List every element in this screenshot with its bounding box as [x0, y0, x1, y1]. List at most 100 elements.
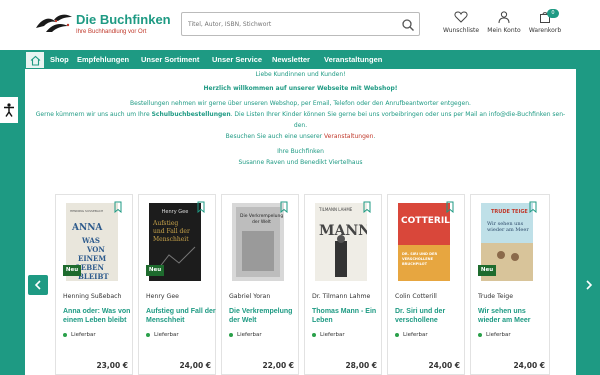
svg-text:Aufstieg: Aufstieg — [152, 220, 178, 227]
welcome-text: Liebe Kundinnen und Kunden! Herzlich wil… — [25, 69, 576, 168]
signature-2: Susanne Raven und Benedikt Viertelhaus — [238, 159, 363, 167]
svg-text:VERSCHOLLENE: VERSCHOLLENE — [402, 257, 434, 261]
welcome-line-2: Gerne kümmern wir uns auch um Ihre Schul… — [35, 110, 566, 118]
welcome-line-3: Besuchen Sie auch eine unserer Veranstal… — [225, 133, 376, 141]
svg-text:HENNING SUSSEBACH: HENNING SUSSEBACH — [70, 209, 103, 213]
in-stock-dot-icon — [478, 332, 482, 337]
welcome-line-1: Bestellungen nehmen wir gerne über unser… — [130, 99, 471, 107]
product-title[interactable]: Dr. Siri und der verschollene Bruchpi... — [395, 307, 465, 325]
svg-text:Henry Gee: Henry Gee — [162, 209, 189, 215]
logo[interactable]: Die Buchfinken Ihre Buchhandlung vor Ort — [34, 10, 184, 38]
accessibility-button[interactable] — [0, 97, 18, 123]
svg-text:BLEIBT: BLEIBT — [78, 272, 109, 281]
main-nav: Shop Empfehlungen Unser Sortiment Unser … — [0, 50, 600, 69]
product-card[interactable]: TRUDE TEIGE Wir sehen uns wieder am Meer… — [470, 194, 550, 375]
search-icon[interactable] — [401, 18, 415, 32]
product-price: 28,00 € — [345, 361, 377, 370]
carousel-next-button[interactable] — [579, 275, 599, 295]
availability: Lieferbar — [478, 332, 511, 338]
accessibility-icon — [4, 103, 14, 117]
in-stock-dot-icon — [395, 332, 399, 337]
book-cover[interactable]: COTTERILL DR. SIRI UND DER VERSCHOLLENE … — [398, 203, 450, 281]
bookmark-icon[interactable] — [445, 201, 455, 213]
product-author[interactable]: Trude Teige — [478, 293, 548, 300]
in-stock-dot-icon — [146, 332, 150, 337]
nav-item-shop[interactable]: Shop — [50, 55, 69, 64]
svg-text:TILMANN LAHME: TILMANN LAHME — [318, 207, 353, 212]
book-cover[interactable]: Die Verkrempelung der Welt — [232, 203, 284, 281]
page: Die Buchfinken Ihre Buchhandlung vor Ort… — [0, 0, 600, 375]
new-badge: Neu — [63, 265, 81, 276]
availability: Lieferbar — [395, 332, 428, 338]
svg-text:der Welt: der Welt — [252, 219, 271, 225]
product-price: 24,00 € — [513, 361, 545, 370]
logo-title: Die Buchfinken — [76, 12, 171, 27]
nav-item-empfehlungen[interactable]: Empfehlungen — [77, 55, 129, 64]
heart-icon — [454, 11, 468, 23]
home-icon — [30, 55, 41, 66]
product-author[interactable]: Henry Gee — [146, 293, 216, 300]
bookmark-icon[interactable] — [113, 201, 123, 213]
nav-item-service[interactable]: Unser Service — [212, 55, 262, 64]
welcome-headline: Herzlich willkommen auf unserer Webseite… — [203, 85, 398, 93]
bookmark-icon[interactable] — [196, 201, 206, 213]
in-stock-dot-icon — [63, 332, 67, 337]
svg-text:ANNA: ANNA — [71, 223, 103, 233]
product-card[interactable]: Die Verkrempelung der Welt Gabriel Yoran… — [221, 194, 299, 375]
finches-logo-icon — [36, 14, 72, 32]
product-price: 23,00 € — [96, 361, 128, 370]
greeting: Liebe Kundinnen und Kunden! — [255, 71, 346, 78]
chevron-left-icon — [34, 280, 41, 290]
carousel-prev-button[interactable] — [28, 275, 48, 295]
new-badge: Neu — [478, 265, 496, 276]
welcome-line-2b: den. — [293, 122, 308, 130]
product-title[interactable]: Wir sehen uns wieder am Meer — [478, 307, 548, 325]
product-price: 22,00 € — [262, 361, 294, 370]
product-card[interactable]: HENNING SUSSEBACH ANNA WAS VON EINEM LEB… — [55, 194, 133, 375]
svg-text:und Fall der: und Fall der — [153, 228, 190, 235]
availability: Lieferbar — [229, 332, 262, 338]
product-title[interactable]: Aufstieg und Fall der Menschheit — [146, 307, 216, 325]
product-card[interactable]: COTTERILL DR. SIRI UND DER VERSCHOLLENE … — [387, 194, 465, 375]
cart-button[interactable]: 0 Warenkorb — [520, 9, 570, 42]
user-icon — [498, 11, 510, 24]
book-cover[interactable]: TILMANN LAHME MANN — [315, 203, 367, 281]
svg-text:Die Verkrempelung: Die Verkrempelung — [240, 213, 283, 219]
svg-text:WAS: WAS — [81, 236, 100, 245]
availability: Lieferbar — [146, 332, 179, 338]
bookmark-icon[interactable] — [279, 201, 289, 213]
search-box — [181, 12, 420, 36]
events-link[interactable]: Veranstaltungen — [324, 133, 373, 140]
product-title[interactable]: Die Verkrempelung der Welt — [229, 307, 299, 325]
nav-item-sortiment[interactable]: Unser Sortiment — [141, 55, 199, 64]
search-input[interactable] — [188, 17, 388, 32]
product-author[interactable]: Dr. Tilmann Lahme — [312, 293, 382, 300]
product-title[interactable]: Thomas Mann - Ein Leben — [312, 307, 382, 325]
product-price: 24,00 € — [428, 361, 460, 370]
product-author[interactable]: Colin Cotterill — [395, 293, 465, 300]
nav-item-veranstaltungen[interactable]: Veranstaltungen — [324, 55, 382, 64]
product-title[interactable]: Anna oder: Was von einem Leben bleibt — [63, 307, 133, 325]
school-books-link[interactable]: Schulbuchbestellungen — [152, 111, 231, 118]
product-price: 24,00 € — [179, 361, 211, 370]
cart-count-badge: 0 — [547, 9, 559, 18]
bookmark-icon[interactable] — [362, 201, 372, 213]
svg-text:TRUDE TEIGE: TRUDE TEIGE — [491, 209, 528, 215]
product-author[interactable]: Gabriel Yoran — [229, 293, 299, 300]
site-header: Die Buchfinken Ihre Buchhandlung vor Ort… — [0, 0, 600, 50]
product-card[interactable]: TILMANN LAHME MANN Dr. Tilmann Lahme Tho… — [304, 194, 382, 375]
cart-label: Warenkorb — [528, 27, 562, 34]
svg-text:EINEM: EINEM — [78, 254, 106, 263]
bookmark-icon[interactable] — [528, 201, 538, 213]
in-stock-dot-icon — [312, 332, 316, 337]
svg-text:COTTERILL: COTTERILL — [401, 216, 450, 226]
svg-text:DR. SIRI UND DER: DR. SIRI UND DER — [402, 252, 437, 256]
product-card[interactable]: Henry Gee Aufstieg und Fall der Menschhe… — [138, 194, 216, 375]
svg-text:Menschheit: Menschheit — [153, 236, 189, 243]
availability: Lieferbar — [312, 332, 345, 338]
home-button[interactable] — [25, 51, 45, 69]
chevron-right-icon — [586, 280, 593, 290]
product-author[interactable]: Henning Sußebach — [63, 293, 133, 300]
nav-item-newsletter[interactable]: Newsletter — [272, 55, 310, 64]
in-stock-dot-icon — [229, 332, 233, 337]
